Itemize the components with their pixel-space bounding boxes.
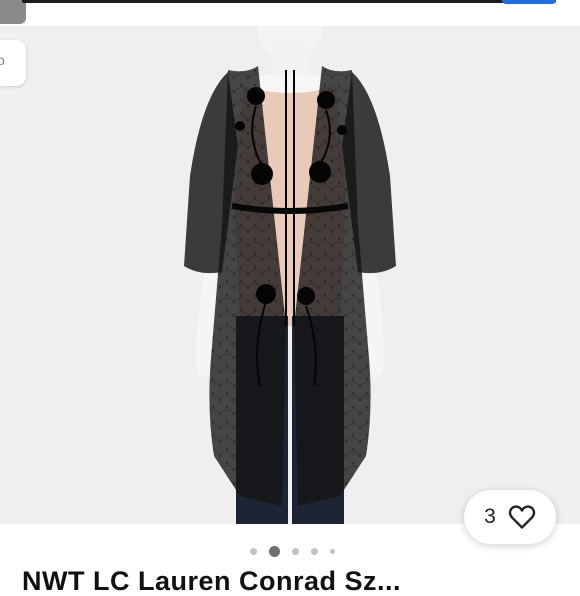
back-nub[interactable]: [0, 0, 26, 24]
product-photo[interactable]: p: [0, 26, 580, 524]
heart-outline-icon: [508, 505, 536, 529]
carousel-dot-3[interactable]: [291, 547, 299, 555]
carousel-dot-2[interactable]: [268, 545, 280, 557]
product-image: [184, 26, 396, 524]
carousel-dot-1[interactable]: [249, 547, 257, 555]
search-button-edge[interactable]: [502, 0, 556, 4]
back-glyph: p: [0, 52, 5, 68]
back-tab[interactable]: p: [0, 40, 26, 86]
carousel-dot-5[interactable]: [329, 548, 335, 554]
carousel-indicators: [0, 542, 580, 560]
top-bar: [0, 0, 580, 26]
like-button[interactable]: 3: [464, 490, 556, 544]
search-field-edge[interactable]: [22, 0, 556, 3]
like-count: 3: [484, 505, 496, 528]
listing-title: NWT LC Lauren Conrad Sz...: [22, 566, 402, 596]
carousel-dot-4[interactable]: [310, 547, 318, 555]
